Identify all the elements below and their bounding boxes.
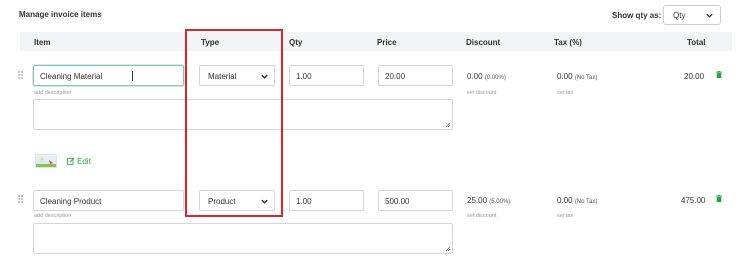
col-tax: Tax (%) (554, 38, 582, 47)
row-total: 475.00 (681, 196, 706, 205)
price-input[interactable]: 500.00 (378, 190, 453, 211)
show-qty-select[interactable]: Qty (663, 5, 721, 25)
set-tax-link[interactable]: set tax (557, 90, 573, 96)
set-discount-link[interactable]: set discount (467, 213, 496, 219)
image-icon (36, 157, 56, 167)
drag-handle-icon[interactable] (18, 195, 24, 203)
discount-value: 0.00 (0.00%) (467, 72, 506, 81)
show-qty-label: Show qty as: (612, 11, 662, 20)
show-qty-value: Qty (673, 11, 686, 20)
item-name-input[interactable]: Cleaning Material (33, 65, 184, 86)
col-total: Total (687, 38, 706, 47)
edit-link[interactable]: Edit (77, 157, 91, 166)
add-description-link[interactable]: add description (34, 213, 71, 219)
set-tax-link[interactable]: set tax (557, 213, 573, 219)
discount-value: 25.00 (5.00%) (467, 196, 511, 205)
description-textarea[interactable] (33, 223, 453, 254)
page-title: Manage invoice items (19, 10, 102, 19)
trash-icon[interactable] (716, 195, 722, 202)
chevron-down-icon (706, 13, 713, 18)
col-qty: Qty (289, 38, 303, 47)
drag-handle-icon[interactable] (18, 71, 24, 79)
col-item: Item (34, 38, 51, 47)
type-column-highlight (185, 29, 283, 217)
tax-value: 0.00 (No Tax) (557, 72, 598, 81)
trash-icon[interactable] (716, 71, 722, 78)
attachment-thumbnail[interactable] (35, 154, 57, 168)
row-total: 20.00 (684, 72, 705, 81)
price-input[interactable]: 20.00 (378, 65, 453, 86)
edit-icon[interactable] (67, 157, 75, 165)
qty-input[interactable]: 1.00 (289, 65, 364, 86)
col-price: Price (377, 38, 397, 47)
add-description-link[interactable]: add description (34, 90, 71, 96)
resize-handle-icon[interactable] (445, 246, 451, 252)
set-discount-link[interactable]: set discount (467, 90, 496, 96)
resize-handle-icon[interactable] (445, 122, 451, 128)
col-discount: Discount (466, 38, 501, 47)
item-name-input[interactable]: Cleaning Product (33, 190, 184, 211)
table-header: Item Type Qty Price Discount Tax (%) Tot… (20, 32, 732, 51)
qty-input[interactable]: 1.00 (289, 190, 364, 211)
tax-value: 0.00 (No Tax) (557, 196, 598, 205)
